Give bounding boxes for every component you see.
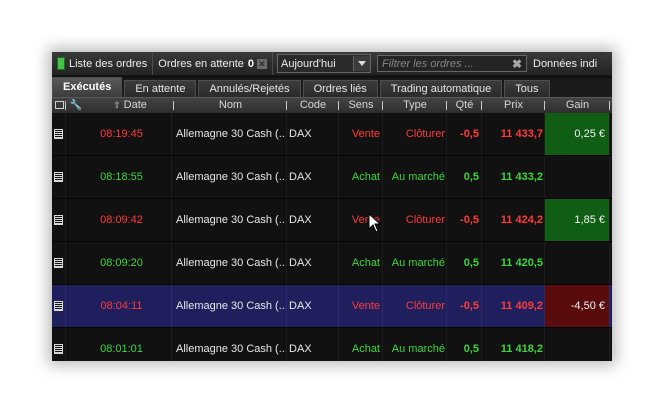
cell-qty: -0,5 [447, 113, 482, 155]
cell-time: 08:09:42 [66, 199, 172, 241]
header-code[interactable]: Code [287, 98, 339, 113]
header-gain[interactable]: Gain [545, 98, 610, 113]
orders-table-body: 08:19:45 Allemagne 30 Cash (... DAX Vente Cl… [52, 113, 612, 361]
cell-gain: 0,25 € [545, 113, 610, 155]
cell-code: DAX [287, 199, 339, 241]
order-detail-icon[interactable] [52, 113, 66, 155]
orders-list-button[interactable]: Liste des ordres [52, 52, 154, 75]
orders-window: Liste des ordres Ordres en attente 0 ✕ A… [52, 52, 612, 361]
cell-type: Clôturer [383, 199, 447, 241]
cell-gain: 1,85 € [545, 199, 610, 241]
tab-0[interactable]: Exécutés [52, 77, 123, 97]
table-row[interactable]: 08:19:45 Allemagne 30 Cash (... DAX Vente Cl… [52, 113, 612, 156]
cell-code: DAX [287, 328, 339, 361]
period-select[interactable]: Aujourd'hui [277, 54, 371, 73]
pending-orders-button[interactable]: Ordres en attente 0 ✕ [153, 52, 273, 75]
header-nom[interactable]: Nom [174, 98, 287, 113]
cell-time: 08:18:55 [66, 156, 172, 198]
cell-price: 11 433,7 [482, 113, 545, 155]
table-row[interactable]: 08:04:11 Allemagne 30 Cash (... DAX Vente Cl… [52, 285, 612, 328]
cell-gain [545, 328, 610, 361]
cell-time: 08:04:11 [66, 285, 172, 327]
mouse-cursor-icon [368, 213, 382, 233]
cell-price: 11 424,2 [482, 199, 545, 241]
cell-name: Allemagne 30 Cash (... [174, 199, 287, 241]
cell-code: DAX [287, 156, 339, 198]
toolbar: Liste des ordres Ordres en attente 0 ✕ A… [52, 52, 612, 76]
orders-list-icon [57, 57, 65, 70]
cell-gain: -4,50 € [545, 285, 610, 327]
order-detail-icon[interactable] [52, 199, 66, 241]
cell-code: DAX [287, 113, 339, 155]
wrench-icon[interactable]: 🔧 [66, 98, 86, 113]
cell-type: Clôturer [383, 285, 447, 327]
cell-name: Allemagne 30 Cash (... [174, 285, 287, 327]
tab-3[interactable]: Ordres liés [302, 80, 378, 97]
order-detail-icon[interactable] [52, 242, 66, 284]
cell-qty: 0,5 [447, 242, 482, 284]
cell-qty: 0,5 [447, 328, 482, 361]
period-value: Aujourd'hui [281, 57, 336, 70]
cell-name: Allemagne 30 Cash (... [174, 328, 287, 361]
cell-side: Achat [339, 156, 383, 198]
pending-count-badge: 0 [247, 57, 254, 70]
tab-2[interactable]: Annulés/Rejetés [198, 80, 301, 97]
tab-1[interactable]: En attente [124, 80, 197, 97]
cell-type: Clôturer [383, 113, 447, 155]
order-detail-icon[interactable] [52, 328, 66, 361]
cell-side: Achat [339, 242, 383, 284]
cell-code: DAX [287, 285, 339, 327]
cell-name: Allemagne 30 Cash (... [174, 156, 287, 198]
cell-side: Achat [339, 328, 383, 361]
cell-name: Allemagne 30 Cash (... [174, 113, 287, 155]
chevron-down-icon[interactable] [353, 56, 370, 71]
cell-qty: -0,5 [447, 285, 482, 327]
close-icon[interactable]: ✕ [257, 58, 267, 69]
cell-qty: 0,5 [447, 156, 482, 198]
cell-time: 08:19:45 [66, 113, 172, 155]
filter-field[interactable]: ✖ [377, 55, 527, 72]
table-header: 🔧 ⇧ Date Nom Code Sens Type Qté Prix Gain [52, 97, 612, 114]
table-row[interactable]: 08:09:42 Allemagne 30 Cash (... DAX Vente Cl… [52, 199, 612, 242]
tab-bar: Exécutés En attente Annulés/Rejetés Ordres … [52, 77, 612, 97]
data-menu[interactable]: Données indi [527, 58, 597, 70]
sort-up-icon: ⇧ [113, 100, 121, 110]
filter-input[interactable] [382, 57, 502, 70]
order-detail-icon[interactable] [52, 285, 66, 327]
header-type[interactable]: Type [383, 98, 447, 113]
table-row[interactable]: 08:01:01 Allemagne 30 Cash (... DAX Achat Au… [52, 328, 612, 361]
cell-time: 08:09:20 [66, 242, 172, 284]
cell-time: 08:01:01 [66, 328, 172, 361]
pending-orders-label: Ordres en attente [158, 57, 244, 70]
cell-code: DAX [287, 242, 339, 284]
clear-icon[interactable]: ✖ [512, 57, 522, 71]
cell-price: 11 409,2 [482, 285, 545, 327]
header-qte[interactable]: Qté [447, 98, 482, 113]
column-settings-icon[interactable] [52, 98, 66, 113]
cell-side: Vente [339, 113, 383, 155]
cell-qty: -0,5 [447, 199, 482, 241]
table-row[interactable]: 08:18:55 Allemagne 30 Cash (... DAX Achat Au… [52, 156, 612, 199]
header-sens[interactable]: Sens [339, 98, 383, 113]
cell-type: Au marché [383, 242, 447, 284]
cell-price: 11 420,5 [482, 242, 545, 284]
tab-5[interactable]: Tous [504, 80, 550, 97]
cell-type: Au marché [383, 156, 447, 198]
cell-price: 11 433,2 [482, 156, 545, 198]
cell-type: Au marché [383, 328, 447, 361]
cell-gain [545, 242, 610, 284]
cell-gain [545, 156, 610, 198]
cell-side: Vente [339, 285, 383, 327]
table-row[interactable]: 08:09:20 Allemagne 30 Cash (... DAX Achat Au… [52, 242, 612, 285]
header-date[interactable]: ⇧ Date [86, 98, 174, 113]
cell-name: Allemagne 30 Cash (... [174, 242, 287, 284]
header-prix[interactable]: Prix [482, 98, 545, 113]
tab-4[interactable]: Trading automatique [379, 80, 503, 97]
order-detail-icon[interactable] [52, 156, 66, 198]
cell-price: 11 418,2 [482, 328, 545, 361]
orders-list-label: Liste des ordres [69, 57, 148, 70]
